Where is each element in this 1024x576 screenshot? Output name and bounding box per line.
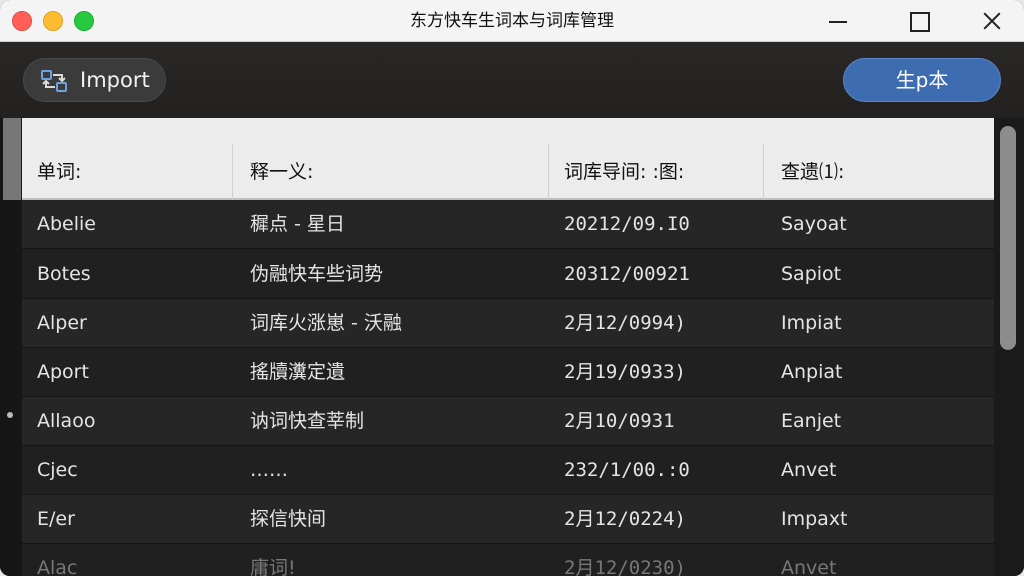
definition-cell: 讷词快查莘制	[250, 410, 365, 432]
table-row[interactable]: E/er 探信快间 2月12/0224) Impaxt	[22, 495, 994, 544]
word-cell: Botes	[37, 263, 91, 285]
definition-cell: 探信快间	[250, 508, 327, 530]
date-cell: 2月12/0994)	[564, 312, 686, 334]
word-cell: Cjec	[37, 459, 78, 481]
header-import-time[interactable]: 词库导间: :图:	[564, 144, 684, 200]
table-row[interactable]: Alper 词库火涨崽 - 沃融 2月12/0994) Impiat	[22, 299, 994, 348]
scrollbar-thumb[interactable]	[1000, 126, 1016, 350]
window-title: 东方快车生词本与词库管理	[410, 11, 614, 31]
maximize-icon[interactable]	[899, 6, 939, 36]
table-row[interactable]: Alac 庸词! 2月12/0230) Anvet	[22, 544, 994, 576]
definition-cell: 搖牘瀵定遺	[250, 361, 346, 383]
status-cell: Anvet	[781, 459, 837, 481]
word-cell: Aport	[37, 361, 89, 383]
header-word[interactable]: 单词:	[37, 144, 81, 200]
header-divider	[763, 144, 764, 200]
definition-cell: 庸词!	[250, 557, 296, 576]
table-row[interactable]: Botes 伪融快车些词势 20312/00921 Sapiot	[22, 250, 994, 299]
word-cell: Alac	[37, 557, 78, 576]
status-cell: Impiat	[781, 312, 842, 334]
import-icon	[41, 70, 67, 92]
date-cell: 20312/00921	[564, 263, 690, 285]
word-cell: Abelie	[37, 213, 96, 235]
date-cell: 232/1/00.:0	[564, 459, 690, 481]
close-icon[interactable]	[972, 6, 1012, 36]
table-header: 单词: 释一义: 词库导间: :图: 查遗⑴:	[22, 118, 994, 200]
minimize-icon[interactable]	[818, 6, 858, 36]
header-divider	[548, 144, 549, 200]
date-cell: 2月12/0224)	[564, 508, 686, 530]
header-divider	[232, 144, 233, 200]
date-cell: 2月19/0933)	[564, 361, 686, 383]
definition-cell: 伪融快车些词势	[250, 263, 384, 285]
title-bar: 东方快车生词本与词库管理	[0, 0, 1024, 42]
table-row[interactable]: Cjec …… 232/1/00.:0 Anvet	[22, 446, 994, 495]
word-table: 单词: 释一义: 词库导间: :图: 查遗⑴: Abelie 穉点 - 星日 2…	[0, 118, 1024, 576]
status-cell: Sayoat	[781, 213, 847, 235]
status-cell: Sapiot	[781, 263, 842, 285]
date-cell: 20212/09.I0	[564, 213, 690, 235]
import-button-label: Import	[80, 68, 150, 92]
word-cell: E/er	[37, 508, 75, 530]
header-definition[interactable]: 释一义:	[250, 144, 313, 200]
import-button[interactable]: Import	[23, 58, 166, 102]
definition-cell: 词库火涨崽 - 沃融	[250, 312, 402, 334]
date-cell: 2月12/0230)	[564, 557, 686, 576]
table-row[interactable]: Abelie 穉点 - 星日 20212/09.I0 Sayoat	[22, 200, 994, 249]
definition-cell: 穉点 - 星日	[250, 213, 345, 235]
left-gutter	[0, 118, 22, 576]
toolbar: Import 生p本	[0, 42, 1024, 118]
header-query[interactable]: 查遗⑴:	[781, 144, 844, 200]
gutter-dot	[7, 412, 13, 418]
generate-button[interactable]: 生p本	[843, 58, 1001, 102]
date-cell: 2月10/0931	[564, 410, 675, 432]
status-cell: Anpiat	[781, 361, 843, 383]
resize-handle[interactable]	[3, 118, 21, 200]
table-row[interactable]: Aport 搖牘瀵定遺 2月19/0933) Anpiat	[22, 348, 994, 397]
definition-cell: ……	[250, 459, 288, 481]
word-cell: Allaoo	[37, 410, 96, 432]
word-cell: Alper	[37, 312, 87, 334]
table-row[interactable]: Allaoo 讷词快查莘制 2月10/0931 Eanjet	[22, 397, 994, 446]
status-cell: Eanjet	[781, 410, 842, 432]
status-cell: Impaxt	[781, 508, 848, 530]
table-body: Abelie 穉点 - 星日 20212/09.I0 Sayoat Botes …	[22, 200, 994, 576]
status-cell: Anvet	[781, 557, 837, 576]
app-window: 东方快车生词本与词库管理 Import 生p本 单词: 释一义: 词库导间::…	[0, 0, 1024, 576]
